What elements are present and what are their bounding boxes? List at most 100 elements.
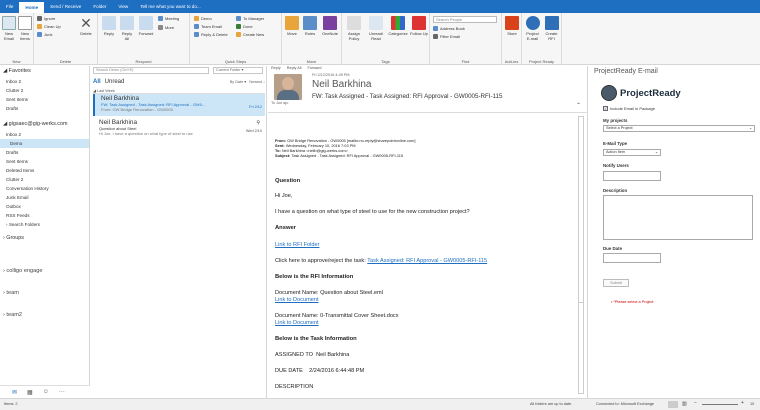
store-button[interactable]: Store [504, 16, 520, 37]
account-team2[interactable]: › team2 [0, 304, 89, 326]
collapse-header-icon[interactable]: ⌃ [576, 102, 581, 109]
quickstep-reply-delete[interactable]: Reply & Delete [194, 32, 228, 37]
reading-forward-button[interactable]: Forward [308, 66, 322, 70]
search-scope-dropdown[interactable]: Current Folder ▾ [213, 67, 263, 74]
folder-conversation-history[interactable]: Conversation History [0, 184, 89, 193]
tab-unread[interactable]: Unread [105, 79, 125, 85]
filter-email-button[interactable]: Filter Email [433, 34, 460, 39]
folder-junk[interactable]: Junk Email [0, 193, 89, 202]
groups-header[interactable]: › Groups [0, 233, 89, 244]
check-icon [236, 24, 241, 29]
folder-fav-clutter[interactable]: Clutter 2 [0, 86, 89, 95]
folder-inbox[interactable]: Inbox 2 [0, 130, 89, 139]
ignore-button[interactable]: Ignore [37, 16, 55, 21]
notify-users-input[interactable] [603, 171, 661, 181]
reading-reply-button[interactable]: Reply [271, 66, 281, 70]
quickstep-done[interactable]: Done [236, 24, 253, 29]
folder-demo[interactable]: Demo [0, 139, 89, 148]
quickstep-create-new[interactable]: Create New [236, 32, 264, 37]
document-link-1[interactable]: Link to Document [275, 297, 319, 303]
address-book-button[interactable]: Address Book [433, 26, 465, 31]
folder-clutter[interactable]: Clutter 2 [0, 175, 89, 184]
quickstep-demo[interactable]: Demo [194, 16, 212, 21]
avatar [274, 74, 302, 100]
folder-fav-inbox[interactable]: Inbox 2 [0, 77, 89, 86]
attachment-icon: ⚲ [256, 120, 260, 126]
rfi-folder-link[interactable]: Link to RFI Folder [275, 242, 319, 248]
rules-button[interactable]: Rules [302, 16, 318, 37]
search-people-input[interactable]: Search People [433, 16, 497, 23]
folder-deleted[interactable]: Deleted Items [0, 166, 89, 175]
tab-home[interactable]: Home [19, 2, 45, 13]
list-item[interactable]: Neil Barkhina Question about Steel Hi Jo… [93, 118, 265, 140]
tell-me-search[interactable]: Tell me what you want to do... [134, 0, 207, 13]
unread-read-button[interactable]: Unread/ Read [366, 16, 386, 41]
search-input[interactable]: Search Demo (Ctrl+E) [93, 67, 209, 74]
sender-name[interactable]: Neil Barkhina [312, 79, 371, 90]
mail-icon[interactable]: ✉ [12, 389, 17, 396]
forward-button[interactable]: Forward [138, 16, 154, 37]
submit-button[interactable]: Submit [603, 279, 629, 287]
tab-all[interactable]: All [93, 79, 101, 85]
description-textarea[interactable] [603, 195, 753, 240]
reading-scrollbar[interactable] [578, 116, 584, 394]
include-package-checkbox[interactable]: ✓ Include Email in Package [603, 106, 655, 111]
project-email-button[interactable]: Project E-mail [524, 16, 541, 41]
email-type-select[interactable]: Action Item ⌄ [603, 149, 661, 156]
quickstep-team-email[interactable]: Team Email [194, 24, 222, 29]
folder-search[interactable]: › Search Folders [0, 220, 89, 229]
categorize-button[interactable]: Categorize [388, 16, 408, 37]
tab-send-receive[interactable]: Send / Receive [44, 0, 87, 13]
project-select[interactable]: Select a Project ⌄ [603, 125, 755, 132]
new-email-button[interactable]: New Email [2, 16, 16, 41]
create-rfi-button[interactable]: Create RFI [543, 16, 560, 41]
zoom-slider[interactable] [702, 404, 738, 405]
more-button[interactable]: More [158, 25, 174, 30]
group-label-delete: Delete [59, 59, 72, 64]
meeting-button[interactable]: Meeting [158, 16, 179, 21]
ribbon-tabs: File Home Send / Receive Folder View Tel… [0, 0, 760, 13]
reply-all-button[interactable]: Reply All [120, 16, 134, 41]
message-list: Search Demo (Ctrl+E) Current Folder ▾ Al… [91, 66, 267, 398]
folder-sent[interactable]: Sent Items [0, 157, 89, 166]
assign-policy-button[interactable]: Assign Policy [344, 16, 364, 41]
delete-x-icon: ✕ [80, 15, 92, 31]
junk-button[interactable]: Junk [37, 32, 52, 37]
account-colligo[interactable]: › colligo engage [0, 260, 89, 282]
tab-file[interactable]: File [0, 0, 19, 13]
folder-rss[interactable]: RSS Feeds [0, 211, 89, 220]
new-items-button[interactable]: New Items [18, 16, 32, 41]
list-item[interactable]: Neil Barkhina FW: Task Assigned - Task A… [93, 94, 265, 116]
tab-folder[interactable]: Folder [87, 0, 112, 13]
more-dots-icon[interactable]: ··· [59, 389, 65, 395]
move-button[interactable]: Move [284, 16, 300, 37]
sort-dropdown[interactable]: By Date ▾ Newest ↓ [230, 79, 265, 84]
zoom-in-button[interactable]: + [741, 400, 744, 406]
document-link-2[interactable]: Link to Document [275, 320, 319, 326]
follow-up-button[interactable]: Follow Up [410, 16, 428, 37]
account-team[interactable]: › team [0, 282, 89, 304]
reply-button[interactable]: Reply [102, 16, 116, 37]
people-icon[interactable]: ☺ [43, 389, 49, 395]
group-addins: Store Add-ins [502, 13, 522, 65]
onenote-button[interactable]: OneNote [320, 16, 340, 37]
folder-drafts[interactable]: Drafts [0, 148, 89, 157]
tab-view[interactable]: View [112, 0, 134, 13]
zoom-out-button[interactable]: − [694, 400, 697, 406]
task-approval-link[interactable]: Task Assigned: RFI Approval - GW0005-RFI… [367, 258, 487, 264]
delete-button[interactable]: ✕ Delete [78, 16, 94, 37]
folder-fav-drafts[interactable]: Drafts [0, 104, 89, 113]
clean-up-button[interactable]: Clean Up [37, 24, 61, 29]
due-date-input[interactable] [603, 253, 661, 263]
account-header[interactable]: ◢ gigsaec@gig-werks.com [0, 119, 89, 130]
scrollbar-thumb[interactable] [579, 123, 583, 303]
favorites-header[interactable]: ◢ Favorites [0, 66, 89, 77]
reading-reply-all-button[interactable]: Reply All [287, 66, 302, 70]
question-text: I have a question on what type of steel … [275, 209, 470, 215]
normal-view-button[interactable] [668, 401, 678, 408]
folder-outbox[interactable]: Outbox [0, 202, 89, 211]
calendar-icon[interactable]: ▦ [27, 389, 33, 396]
reading-view-button[interactable]: ▥ [682, 401, 687, 407]
folder-fav-sent[interactable]: Sent Items [0, 95, 89, 104]
quickstep-to-manager[interactable]: To Manager [236, 16, 264, 21]
